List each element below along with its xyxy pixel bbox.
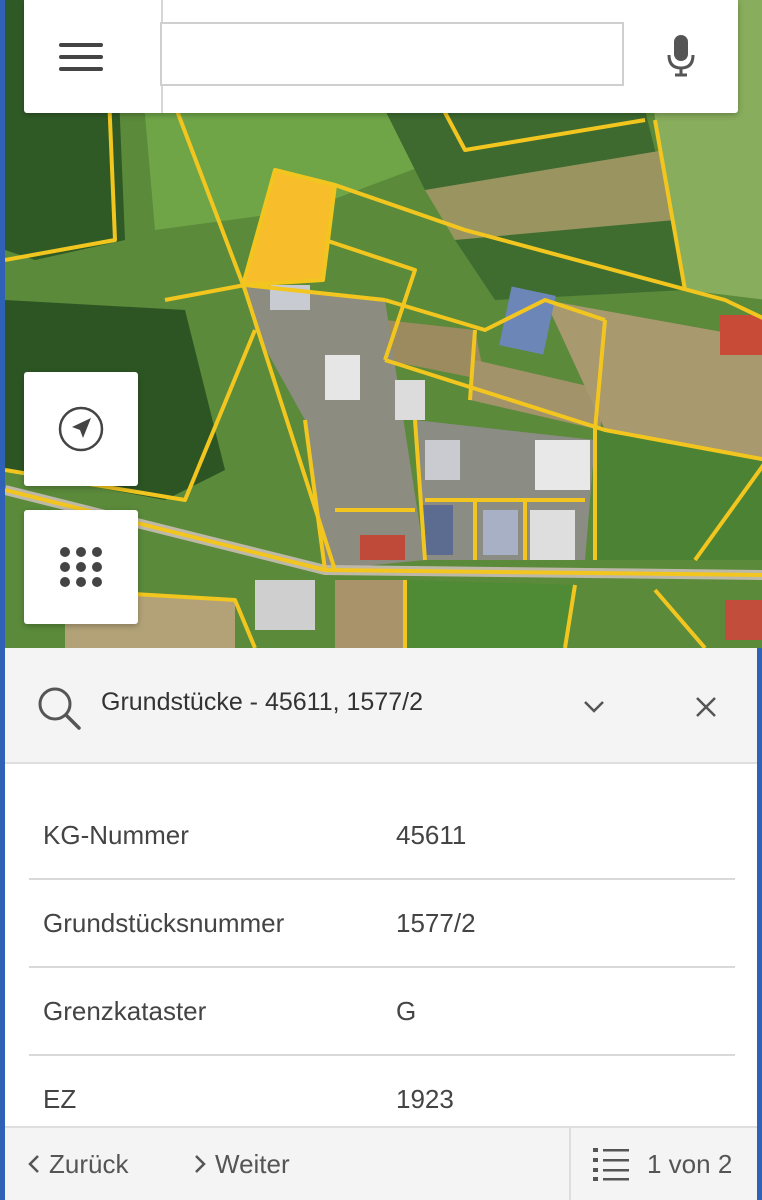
result-title: Grundstücke - 45611, 1577/2	[101, 688, 423, 716]
hamburger-icon	[59, 42, 103, 71]
attribute-key: Grundstücksnummer	[43, 908, 285, 938]
menu-button[interactable]	[24, 0, 138, 113]
result-panel-footer: Zurück Weiter 1 von 2	[5, 1126, 757, 1200]
close-button[interactable]	[683, 684, 729, 730]
attribute-key: EZ	[43, 1084, 77, 1114]
back-button[interactable]: Zurück	[27, 1128, 128, 1200]
footer-divider	[569, 1128, 571, 1200]
attribute-key: Grenzkataster	[43, 996, 207, 1026]
navigation-arrow-icon	[58, 406, 104, 452]
back-label: Zurück	[49, 1148, 129, 1179]
result-list-button[interactable]	[589, 1142, 633, 1186]
next-button[interactable]: Weiter	[193, 1128, 290, 1200]
apps-button[interactable]	[24, 510, 138, 624]
microphone-icon	[667, 35, 695, 77]
attribute-row: KG-Nummer 45611	[29, 792, 735, 880]
page-indicator: 1 von 2	[647, 1148, 733, 1179]
attribute-table: KG-Nummer 45611 Grundstücksnummer 1577/2…	[29, 792, 735, 1144]
chevron-left-icon	[28, 1155, 39, 1173]
close-icon	[696, 697, 716, 717]
top-search-bar	[24, 0, 738, 113]
attribute-key: KG-Nummer	[43, 820, 189, 850]
result-panel-header: Grundstücke - 45611, 1577/2	[5, 648, 757, 764]
next-label: Weiter	[215, 1148, 290, 1179]
chevron-down-icon	[584, 701, 604, 713]
attribute-value: 1923	[396, 1084, 454, 1114]
grid-dots-icon	[60, 547, 102, 587]
attribute-value: 1577/2	[396, 908, 476, 938]
attribute-row: Grenzkataster G	[29, 968, 735, 1056]
chevron-right-icon	[195, 1155, 206, 1173]
locate-button[interactable]	[24, 372, 138, 486]
attribute-value: G	[396, 996, 417, 1026]
search-input[interactable]	[160, 22, 624, 86]
magnifier-icon	[38, 687, 81, 730]
voice-search-button[interactable]	[648, 20, 714, 92]
expand-button[interactable]	[571, 684, 617, 730]
attribute-value: 45611	[396, 820, 467, 850]
attribute-row: Grundstücksnummer 1577/2	[29, 880, 735, 968]
list-icon	[593, 1148, 629, 1181]
result-panel: Grundstücke - 45611, 1577/2 KG-Nummer 45…	[0, 648, 762, 1200]
